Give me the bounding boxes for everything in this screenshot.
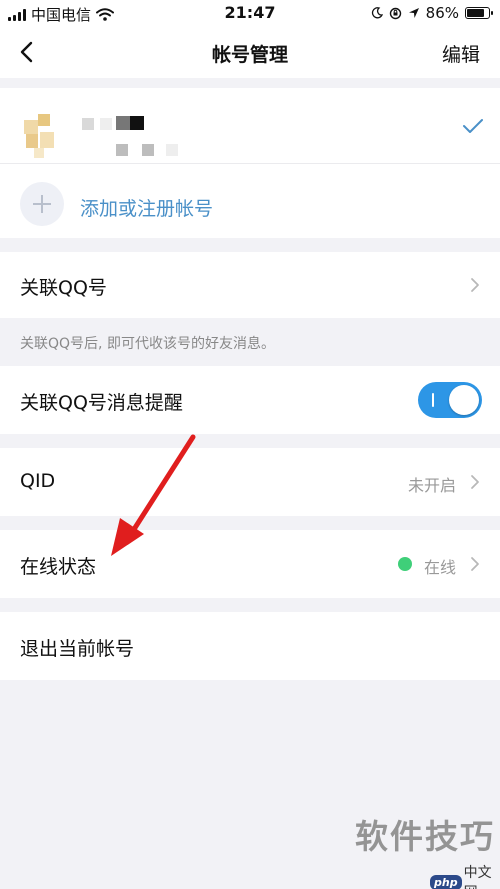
qq-reminder-row: 关联QQ号消息提醒: [0, 366, 500, 434]
link-qq-label: 关联QQ号: [20, 277, 107, 299]
moon-icon: [371, 7, 383, 19]
rotation-lock-icon: [389, 7, 401, 19]
checkmark-icon: [463, 119, 483, 133]
watermark-logo: php 中文网: [430, 862, 500, 889]
chevron-right-icon: [471, 278, 479, 292]
battery-percent: 86%: [425, 4, 459, 22]
status-right: 86%: [371, 4, 493, 22]
chevron-right-icon: [471, 475, 479, 489]
qid-label: QID: [20, 470, 56, 492]
avatar: [20, 114, 68, 162]
location-icon: [408, 8, 419, 18]
account-card: 添加或注册帐号: [0, 88, 500, 238]
chevron-right-icon: [471, 557, 479, 571]
qid-row[interactable]: QID 未开启: [0, 448, 500, 516]
toggle-knob: [449, 385, 479, 415]
watermark-text: 软件技巧: [355, 817, 495, 856]
edit-button[interactable]: 编辑: [442, 40, 480, 67]
qq-reminder-label: 关联QQ号消息提醒: [20, 392, 183, 414]
add-account-label: 添加或注册帐号: [80, 198, 214, 220]
link-qq-row[interactable]: 关联QQ号: [0, 252, 500, 318]
plus-icon: [20, 182, 64, 226]
online-status-row[interactable]: 在线状态 在线: [0, 530, 500, 598]
chevron-left-icon[interactable]: [14, 38, 42, 66]
online-status-value: 在线: [423, 558, 456, 577]
toggle-on-mark: [432, 393, 434, 407]
page-title: 帐号管理: [211, 44, 288, 66]
logout-row[interactable]: 退出当前帐号: [0, 612, 500, 680]
qq-reminder-toggle[interactable]: [418, 382, 482, 418]
nav-bar: 帐号管理 编辑: [0, 26, 500, 78]
online-dot-icon: [398, 557, 412, 571]
qid-status-value: 未开启: [407, 476, 456, 495]
add-account-button[interactable]: 添加或注册帐号: [0, 166, 500, 238]
battery-icon: [465, 7, 493, 19]
current-account-row[interactable]: [0, 88, 500, 164]
link-qq-hint: 关联QQ号后, 即可代收该号的好友消息。: [20, 336, 275, 352]
online-status-label: 在线状态: [20, 556, 97, 578]
watermark-logo-php: php: [430, 874, 462, 889]
status-bar: 中国电信 21:47 86%: [0, 0, 500, 26]
watermark-logo-cn: 中文网: [463, 865, 492, 889]
logout-label: 退出当前帐号: [20, 638, 135, 660]
